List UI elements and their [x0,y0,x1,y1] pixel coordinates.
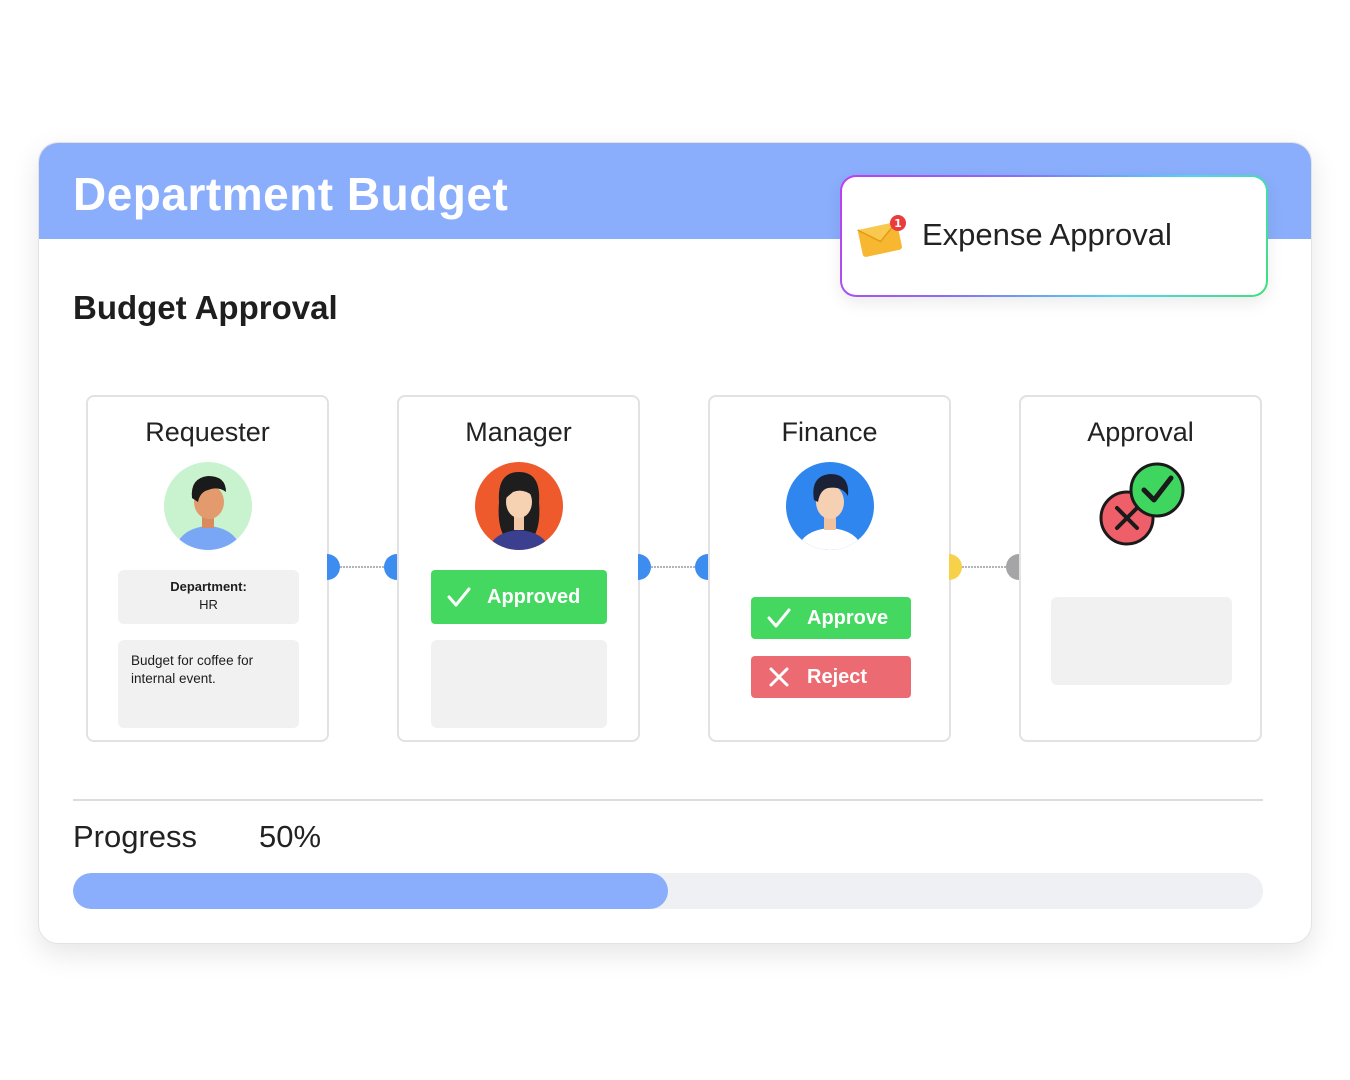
step-requester: Requester Department: HR Budget for coff… [86,395,329,742]
approve-button[interactable]: Approve [751,597,911,639]
page-title: Department Budget [73,168,509,220]
requester-avatar-icon [164,462,252,550]
manager-avatar-icon [475,462,563,550]
check-icon [767,608,791,628]
approve-reject-icon [1099,462,1185,546]
approval-result-box [1051,597,1232,685]
step-title: Approval [1087,417,1194,447]
department-value: HR [199,597,218,612]
approve-label: Approve [807,606,889,629]
step-title: Manager [465,417,572,447]
department-label: Department: [170,579,247,594]
step-finance: Finance Approve Reject [708,395,951,742]
department-box: Department: HR [118,570,299,624]
step-manager: Manager Approved [397,395,640,742]
reject-button[interactable]: Reject [751,656,911,698]
approved-label: Approved [487,585,581,608]
step-title: Requester [145,417,270,447]
notification-body: 1 Expense Approval [842,177,1266,295]
step-approval: Approval [1019,395,1262,742]
finance-avatar-icon [786,462,874,550]
reject-label: Reject [807,665,868,688]
progress-fill [73,873,668,909]
check-icon [447,587,471,607]
progress-label: Progress [73,819,198,854]
divider [73,799,1263,801]
progress-bar [73,873,1263,909]
expense-approval-notification[interactable]: 1 Expense Approval [840,175,1268,297]
badge-count: 1 [894,217,902,230]
connector-manager-finance [638,554,708,580]
section-title: Budget Approval [73,289,338,326]
envelope-icon: 1 [857,215,906,257]
manager-note-box [431,640,607,728]
connector-finance-approval [949,554,1019,580]
request-description: Budget for coffee for internal event. [118,640,299,728]
connector-requester-manager [327,554,397,580]
approved-status: Approved [431,570,607,624]
notification-text: Expense Approval [922,217,1172,252]
close-icon [769,667,789,687]
step-title: Finance [781,417,878,447]
progress-value: 50% [259,819,322,854]
